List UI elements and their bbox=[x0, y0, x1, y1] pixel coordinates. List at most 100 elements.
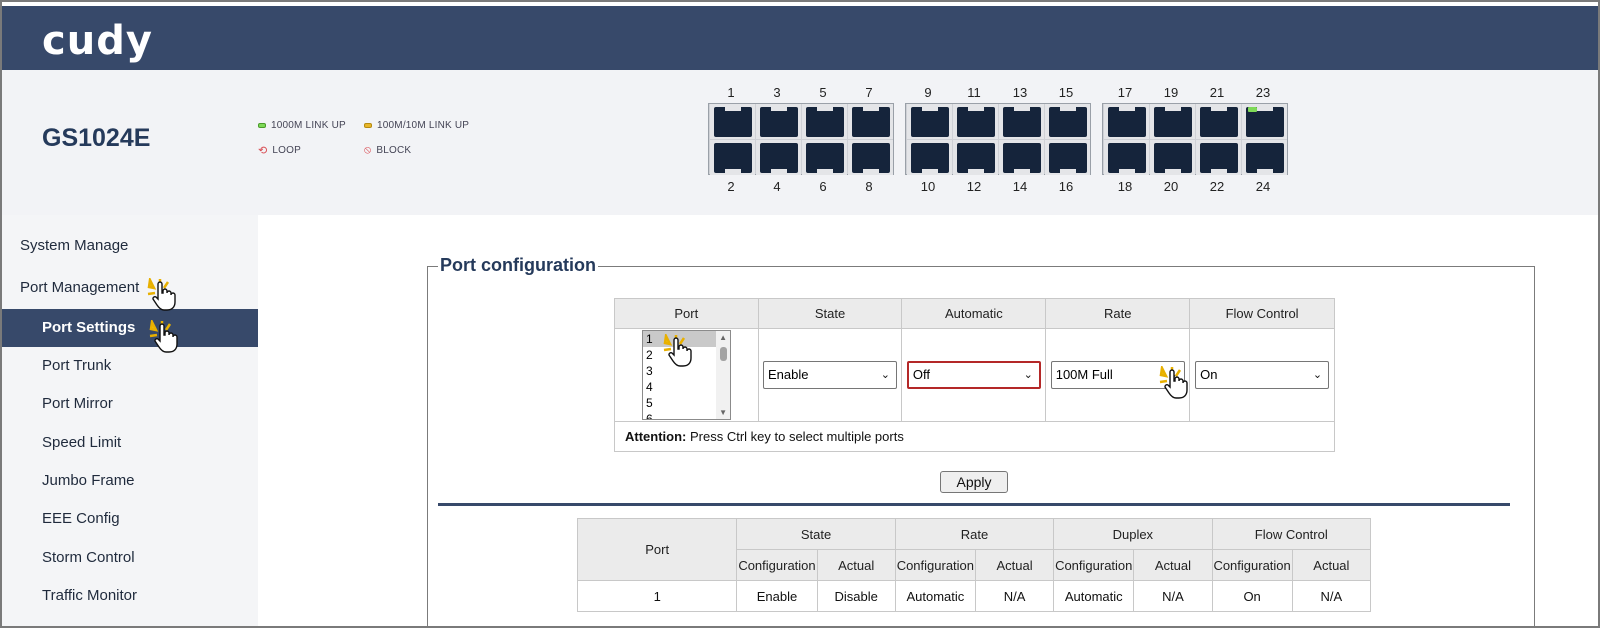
port-number-label: 8 bbox=[865, 179, 873, 194]
sidebar-item-port-mirror[interactable]: Port Mirror bbox=[42, 395, 113, 412]
ethernet-port-icon bbox=[1048, 104, 1087, 137]
status-cell: Enable bbox=[736, 580, 818, 612]
legend-loop: ⟲ LOOP bbox=[258, 144, 301, 157]
port-number-label: 17 bbox=[1117, 85, 1133, 100]
status-subheader-configuration: Configuration bbox=[1053, 549, 1135, 581]
status-cell: Automatic bbox=[894, 580, 976, 612]
top-header: cudy bbox=[2, 6, 1598, 70]
attention-text: Press Ctrl key to select multiple ports bbox=[686, 429, 904, 444]
loop-icon: ⟲ bbox=[258, 145, 268, 157]
port-number-label: 11 bbox=[967, 85, 981, 100]
port-5 bbox=[802, 104, 847, 139]
attention-label: Attention: bbox=[625, 429, 687, 444]
legend-block: ⦸ BLOCK bbox=[364, 144, 411, 157]
listbox-scroll-thumb[interactable] bbox=[720, 347, 727, 361]
link-led-icon bbox=[1248, 107, 1257, 112]
ethernet-port-icon bbox=[1107, 142, 1146, 175]
app-frame: cudy GS1024E 1000M LINK UP 100M/10M LINK… bbox=[0, 0, 1600, 628]
apply-button[interactable]: Apply bbox=[940, 471, 1008, 493]
cudy-logo: cudy bbox=[42, 18, 153, 64]
block-icon: ⦸ bbox=[364, 144, 372, 156]
sidebar-item-system-manage[interactable]: System Manage bbox=[20, 237, 128, 254]
status-subheader-actual: Actual bbox=[816, 549, 896, 581]
ethernet-port-icon bbox=[1153, 104, 1192, 137]
legend-1000m-label: 1000M LINK UP bbox=[271, 120, 346, 131]
scroll-up-icon[interactable]: ▲ bbox=[719, 333, 727, 342]
legend-loop-label: LOOP bbox=[272, 145, 302, 156]
port-8 bbox=[848, 140, 893, 175]
ethernet-port-icon bbox=[759, 142, 798, 175]
port-22 bbox=[1196, 140, 1241, 175]
port-number-label: 22 bbox=[1209, 179, 1225, 194]
port-number-label: 3 bbox=[773, 85, 781, 100]
automatic-select[interactable]: Off ⌄ bbox=[906, 361, 1041, 389]
port-number-label: 15 bbox=[1058, 85, 1074, 100]
port-number-label: 1 bbox=[727, 85, 735, 100]
col-header-port: Port bbox=[614, 298, 759, 329]
section-divider bbox=[438, 503, 1510, 506]
green-led-icon bbox=[258, 123, 266, 128]
scroll-down-icon[interactable]: ▼ bbox=[719, 408, 727, 417]
ethernet-port-icon bbox=[1153, 142, 1192, 175]
flow-control-select[interactable]: On ⌄ bbox=[1195, 361, 1330, 389]
state-select[interactable]: Enable ⌄ bbox=[763, 361, 897, 389]
sidebar-item-storm-control[interactable]: Storm Control bbox=[42, 549, 135, 566]
ethernet-port-icon bbox=[713, 142, 752, 175]
chevron-down-icon: ⌄ bbox=[880, 369, 890, 381]
rate-select-value: 100M Full bbox=[1055, 367, 1113, 382]
ethernet-port-icon bbox=[805, 104, 844, 137]
automatic-select-value: Off bbox=[912, 367, 930, 382]
status-header-state: State bbox=[736, 518, 896, 550]
sidebar-item-eee-config[interactable]: EEE Config bbox=[42, 510, 120, 527]
port-7 bbox=[848, 104, 893, 139]
port-number-label: 2 bbox=[727, 179, 735, 194]
port-16 bbox=[1045, 140, 1090, 175]
legend-1000m: 1000M LINK UP bbox=[258, 120, 346, 131]
listbox-scrollbar[interactable] bbox=[716, 331, 730, 419]
port-18 bbox=[1104, 140, 1149, 175]
port-2 bbox=[710, 140, 755, 175]
status-cell: Automatic bbox=[1053, 580, 1135, 612]
col-header-flow-control: Flow Control bbox=[1189, 298, 1335, 329]
port-6 bbox=[802, 140, 847, 175]
port-number-label: 10 bbox=[920, 179, 936, 194]
port-14 bbox=[999, 140, 1044, 175]
pointer-cursor-icon bbox=[149, 320, 178, 353]
sidebar-item-port-trunk[interactable]: Port Trunk bbox=[42, 357, 111, 374]
table-row: 1 Enable Disable Automatic N/A Automatic… bbox=[576, 580, 1372, 612]
ethernet-port-icon bbox=[851, 104, 890, 137]
legend-block-label: BLOCK bbox=[376, 145, 412, 156]
status-header-port: Port bbox=[576, 518, 738, 581]
automatic-cell: Off ⌄ bbox=[901, 328, 1047, 422]
sidebar-item-traffic-monitor[interactable]: Traffic Monitor bbox=[42, 587, 137, 604]
sidebar-item-port-management[interactable]: Port Management bbox=[20, 279, 139, 296]
port-10 bbox=[907, 140, 952, 175]
col-header-rate: Rate bbox=[1045, 298, 1191, 329]
chevron-down-icon: ⌄ bbox=[1023, 369, 1033, 381]
ethernet-port-icon bbox=[1199, 142, 1238, 175]
status-subheader-configuration: Configuration bbox=[1211, 549, 1293, 581]
ethernet-port-icon bbox=[1002, 142, 1041, 175]
ethernet-port-icon bbox=[1245, 142, 1284, 175]
chevron-down-icon: ⌄ bbox=[1312, 369, 1323, 381]
status-subheader-actual: Actual bbox=[974, 549, 1055, 581]
attention-note: Attention: Press Ctrl key to select mult… bbox=[614, 421, 1335, 452]
state-select-value: Enable bbox=[768, 367, 809, 382]
flow-control-select-value: On bbox=[1200, 367, 1218, 382]
status-cell: N/A bbox=[974, 580, 1055, 612]
port-number-label: 6 bbox=[819, 179, 827, 194]
port-24 bbox=[1242, 140, 1287, 175]
status-header-flow-control: Flow Control bbox=[1211, 518, 1372, 550]
port-number-label: 23 bbox=[1255, 85, 1271, 100]
port-number-label: 21 bbox=[1209, 85, 1225, 100]
ethernet-port-icon bbox=[910, 104, 949, 137]
sidebar-item-speed-limit[interactable]: Speed Limit bbox=[42, 434, 121, 451]
port-13 bbox=[999, 104, 1044, 139]
port-12 bbox=[953, 140, 998, 175]
status-subheader-actual: Actual bbox=[1291, 549, 1372, 581]
sidebar-item-port-settings[interactable]: Port Settings bbox=[2, 309, 258, 347]
port-config-table: Port State Automatic Rate Flow Control 1… bbox=[614, 298, 1335, 452]
port-19 bbox=[1150, 104, 1195, 139]
sidebar-item-jumbo-frame[interactable]: Jumbo Frame bbox=[42, 472, 135, 489]
ethernet-port-icon bbox=[1199, 104, 1238, 137]
